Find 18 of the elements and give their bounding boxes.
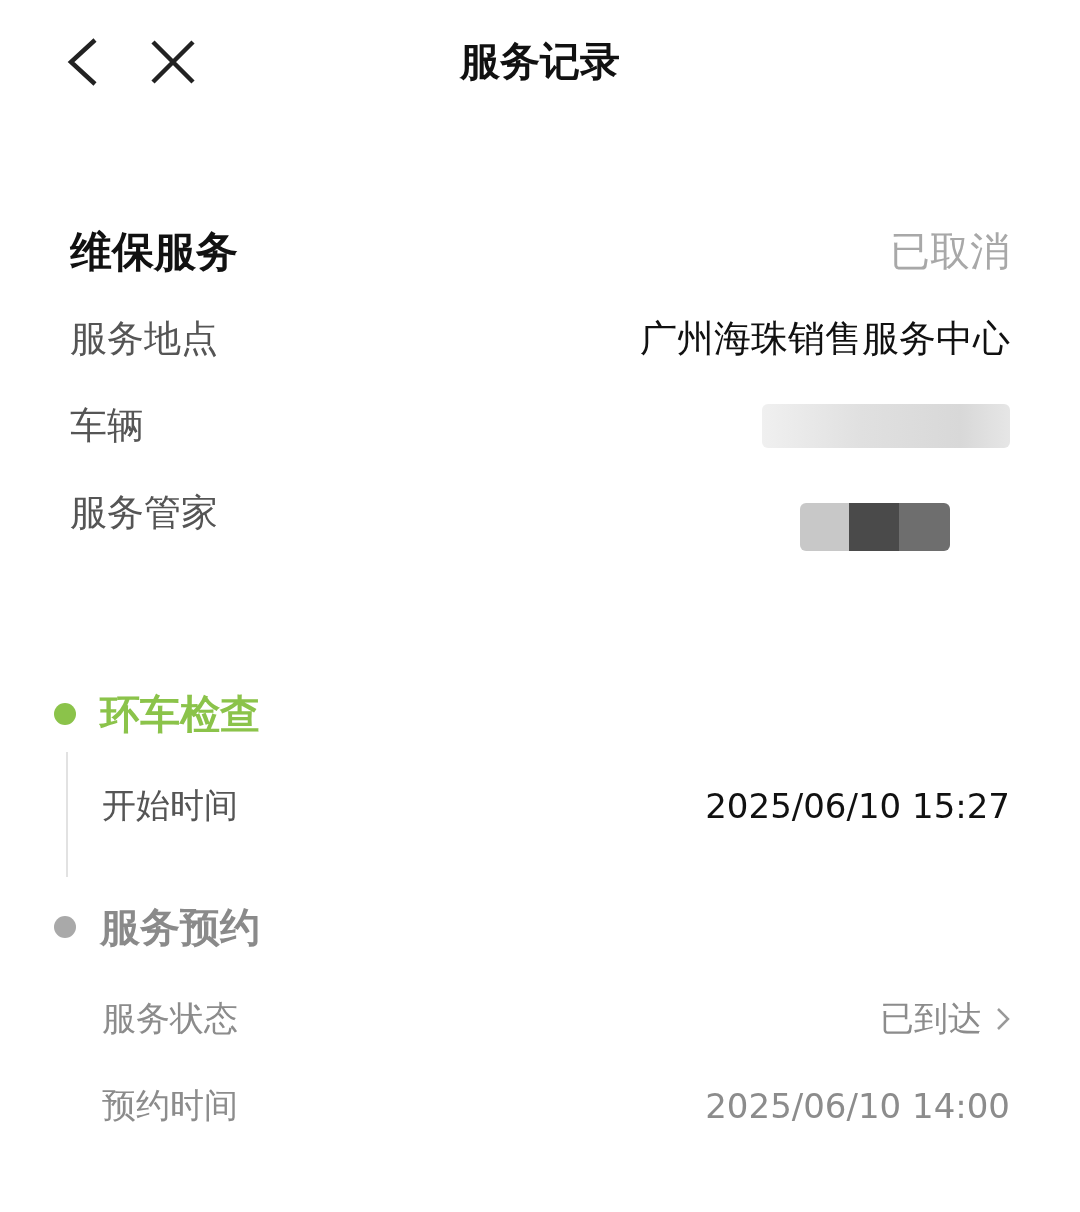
row-label: 服务状态 <box>102 996 238 1040</box>
row-value: 2025/06/10 14:00 <box>705 1085 1010 1126</box>
close-icon[interactable] <box>150 39 196 85</box>
row-value: 2025/06/10 15:27 <box>705 785 1010 826</box>
status-label: 已取消 <box>890 227 1010 276</box>
page-title: 服务记录 <box>460 37 620 86</box>
row-label: 开始时间 <box>102 783 238 827</box>
row-label: 服务管家 <box>70 489 218 536</box>
row-label: 服务地点 <box>70 315 218 362</box>
section-title: 维保服务 <box>70 225 238 278</box>
step-title: 服务预约 <box>100 902 260 952</box>
step-title: 环车检查 <box>100 689 260 739</box>
chevron-right-icon[interactable] <box>996 1006 1010 1031</box>
row-label: 预约时间 <box>102 1083 238 1127</box>
row-label: 车辆 <box>70 402 144 449</box>
row-value: 广州海珠销售服务中心 <box>640 315 1010 362</box>
back-icon[interactable] <box>66 37 98 87</box>
row-value: 已到达 <box>880 996 982 1040</box>
